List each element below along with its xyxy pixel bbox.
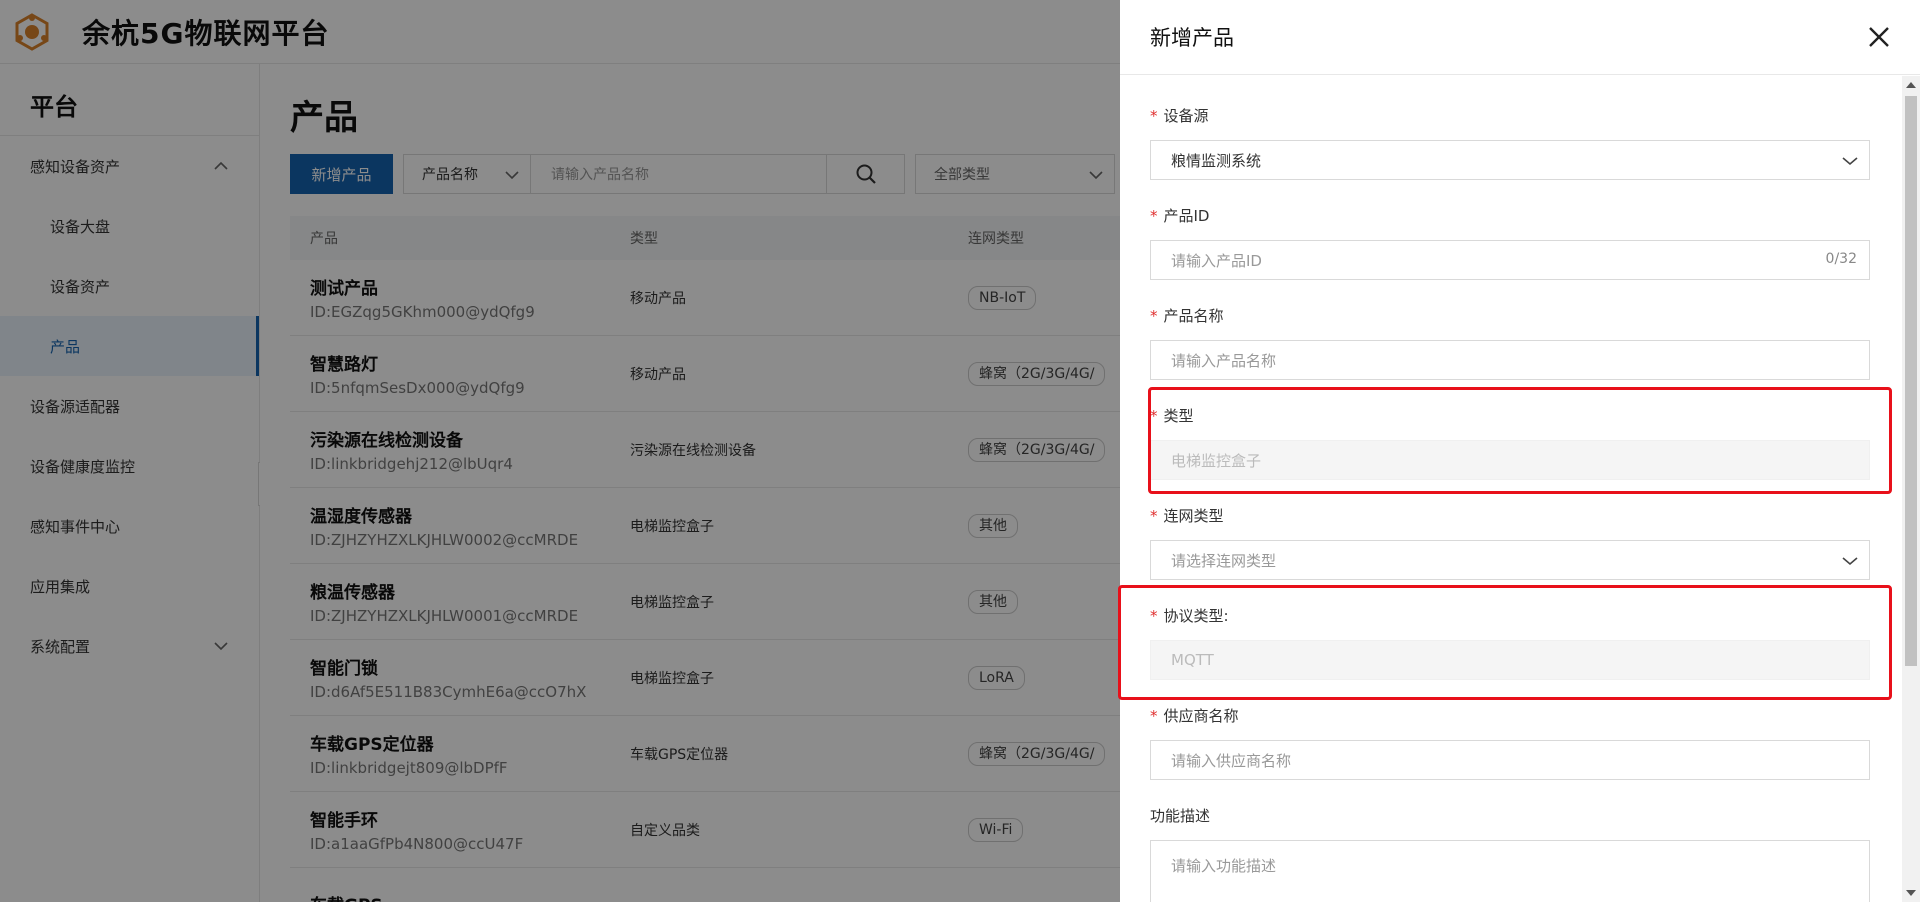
source-value: 粮情监测系统 — [1171, 151, 1262, 170]
required-mark: * — [1150, 307, 1158, 325]
scroll-down-icon[interactable] — [1902, 886, 1920, 900]
field-label-text: 供应商名称 — [1163, 707, 1239, 725]
drawer-header: 新增产品 — [1120, 0, 1920, 75]
chevron-down-icon — [1842, 157, 1858, 166]
highlight-box-protocol — [1118, 585, 1892, 700]
drawer-scrollbar[interactable] — [1902, 76, 1920, 902]
add-product-drawer: 新增产品 * 设备源 粮情监测系统 * 产品ID 请输入产品ID 0/32 * 产品名… — [1118, 0, 1920, 902]
field-label: * 产品名称 — [1150, 306, 1870, 326]
field-label-text: 产品ID — [1163, 207, 1210, 225]
source-select[interactable]: 粮情监测系统 — [1150, 140, 1870, 180]
product-name-input[interactable]: 请输入产品名称 — [1150, 340, 1870, 380]
field-label: * 产品ID — [1150, 206, 1870, 226]
field-source: * 设备源 粮情监测系统 — [1150, 106, 1870, 180]
field-label-text: 连网类型 — [1163, 507, 1224, 525]
field-label: 功能描述 — [1150, 807, 1211, 825]
vendor-placeholder: 请输入供应商名称 — [1171, 751, 1292, 770]
required-mark: * — [1150, 507, 1158, 525]
scroll-up-icon[interactable] — [1902, 78, 1920, 92]
field-net-type: * 连网类型 请选择连网类型 — [1150, 506, 1870, 580]
net-type-select[interactable]: 请选择连网类型 — [1150, 540, 1870, 580]
field-description: 功能描述 请输入功能描述 — [1150, 806, 1870, 902]
required-mark: * — [1150, 207, 1158, 225]
char-counter: 0/32 — [1825, 251, 1857, 267]
required-mark: * — [1150, 107, 1158, 125]
field-label-text: 产品名称 — [1163, 307, 1224, 325]
field-product-name: * 产品名称 请输入产品名称 — [1150, 306, 1870, 380]
product-id-placeholder: 请输入产品ID — [1171, 251, 1262, 270]
field-label: * 连网类型 — [1150, 506, 1870, 526]
description-placeholder: 请输入功能描述 — [1171, 857, 1277, 875]
product-name-placeholder: 请输入产品名称 — [1171, 351, 1277, 370]
description-textarea[interactable]: 请输入功能描述 — [1150, 840, 1870, 902]
chevron-down-icon — [1842, 557, 1858, 566]
product-id-input[interactable]: 请输入产品ID 0/32 — [1150, 240, 1870, 280]
field-label: * 设备源 — [1150, 106, 1870, 126]
scrollbar-thumb[interactable] — [1905, 96, 1917, 666]
field-label-text: 设备源 — [1163, 107, 1209, 125]
field-label: * 供应商名称 — [1150, 706, 1870, 726]
highlight-box-type — [1148, 387, 1892, 494]
required-mark: * — [1150, 707, 1158, 725]
drawer-title: 新增产品 — [1150, 26, 1234, 50]
modal-overlay[interactable] — [0, 0, 1120, 902]
field-vendor: * 供应商名称 请输入供应商名称 — [1150, 706, 1870, 780]
vendor-input[interactable]: 请输入供应商名称 — [1150, 740, 1870, 780]
field-product-id: * 产品ID 请输入产品ID 0/32 — [1150, 206, 1870, 280]
close-icon[interactable] — [1866, 24, 1892, 50]
net-type-placeholder: 请选择连网类型 — [1171, 551, 1277, 570]
